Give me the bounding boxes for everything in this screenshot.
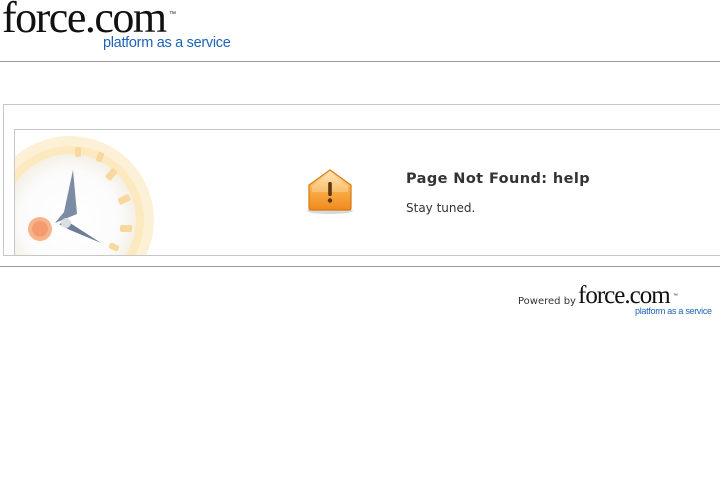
logo-tagline: platform as a service xyxy=(103,35,231,51)
logo-trademark: ™ xyxy=(169,11,176,18)
header: force.com ™ platform as a service xyxy=(0,0,720,61)
error-message: Stay tuned. xyxy=(406,201,476,215)
footer-force-logo[interactable]: force.com ™ platform as a service xyxy=(578,282,713,320)
error-panel: Page Not Found: help Stay tuned. xyxy=(14,129,720,256)
clock-icon xyxy=(15,136,154,255)
footer-logo-tagline: platform as a service xyxy=(635,306,712,316)
powered-by-label: Powered by xyxy=(518,296,576,307)
force-logo[interactable]: force.com ™ platform as a service xyxy=(2,0,234,56)
error-page: force.com ™ platform as a service Page N… xyxy=(0,0,720,480)
header-divider xyxy=(0,61,720,62)
error-title: Page Not Found: help xyxy=(406,171,591,187)
footer-logo-trademark: ™ xyxy=(673,293,678,299)
warning-icon xyxy=(307,169,353,214)
footer-divider xyxy=(0,266,720,267)
